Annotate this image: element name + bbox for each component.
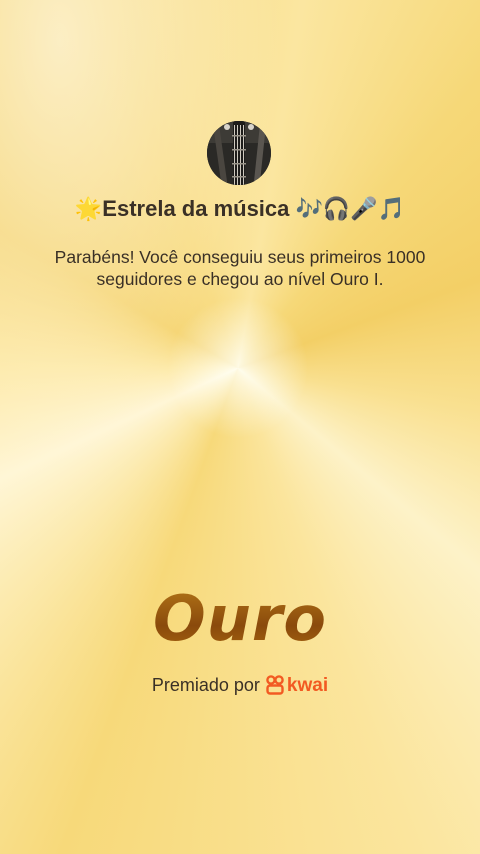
glowing-star-icon: 🌟 bbox=[74, 196, 103, 221]
brand-name: kwai bbox=[286, 675, 329, 696]
guitar-photo-avatar bbox=[207, 121, 271, 185]
kwai-logo-icon bbox=[266, 675, 284, 700]
level-name: Ouro bbox=[0, 582, 480, 655]
award-label: Premiado por bbox=[151, 675, 260, 695]
award-line: Premiado por kwai bbox=[0, 675, 480, 700]
congratulations-message: Parabéns! Você conseguiu seus primeiros … bbox=[54, 247, 426, 289]
badge-title-text: Estrela da música bbox=[102, 196, 290, 221]
avatar[interactable] bbox=[207, 121, 271, 185]
music-emoji-icons: 🎶🎧🎤🎵 bbox=[295, 196, 406, 221]
badge-title: 🌟Estrela da música 🎶🎧🎤🎵 bbox=[0, 196, 480, 222]
